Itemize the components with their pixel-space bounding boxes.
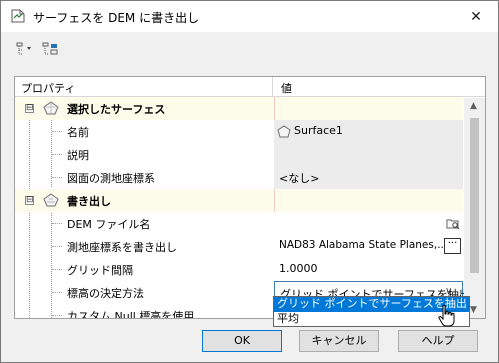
category-row-selected-surface[interactable]: ⊟ 選択したサーフェス xyxy=(15,97,463,120)
property-label-cell: DEM ファイル名 xyxy=(15,212,273,235)
export-category-icon xyxy=(43,193,59,207)
tree-branch xyxy=(52,177,62,178)
help-button[interactable]: ヘルプ xyxy=(398,330,478,352)
dialog-title: サーフェスを DEM に書き出し xyxy=(33,11,200,25)
property-label: 説明 xyxy=(67,149,89,162)
browse-folder-icon[interactable] xyxy=(446,217,460,230)
tree-branch xyxy=(52,131,62,132)
property-value: NAD83 Alabama State Planes,... xyxy=(279,239,448,251)
property-row-drawing-coordinate-system[interactable]: 図面の測地座標系 <なし> xyxy=(15,166,463,189)
property-label: カスタム Null 標高を使用 xyxy=(67,310,195,319)
property-row-name[interactable]: 名前 Surface1 xyxy=(15,120,463,143)
property-value: Surface1 xyxy=(294,124,343,137)
close-button[interactable]: ✕ xyxy=(464,7,488,27)
collapse-icon[interactable]: ⊟ xyxy=(25,104,34,113)
category-view-icon[interactable] xyxy=(15,41,35,57)
category-label: 書き出し xyxy=(67,195,111,208)
category-label: 選択したサーフェス xyxy=(67,103,166,116)
property-label: 名前 xyxy=(67,126,89,139)
tree-branch xyxy=(52,154,62,155)
property-label: 測地座標系を書き出し xyxy=(67,241,177,254)
scroll-down-icon[interactable]: ▼ xyxy=(470,305,477,315)
property-label-cell: 標高の決定方法 xyxy=(15,281,273,304)
property-value-cell[interactable]: <なし> xyxy=(274,166,463,189)
grid-header: プロパティ 値 xyxy=(15,77,485,97)
property-label-cell: 図面の測地座標系 xyxy=(15,166,273,189)
value-column-header[interactable]: 値 xyxy=(281,80,292,96)
property-label-cell: 測地座標系を書き出し xyxy=(15,235,273,258)
collapse-icon[interactable]: ⊟ xyxy=(25,196,34,205)
alphabetic-view-icon[interactable] xyxy=(41,41,61,57)
property-column-header[interactable]: プロパティ xyxy=(21,80,75,96)
tree-branch xyxy=(52,246,62,247)
property-value: <なし> xyxy=(279,172,320,185)
export-surface-dialog: サーフェスを DEM に書き出し ✕ プロパティ 値 ⊟ 選択したサーフェス 名… xyxy=(0,0,499,363)
property-label-cell: カスタム Null 標高を使用 xyxy=(15,304,273,319)
surface-icon xyxy=(277,125,291,138)
category-label-cell: ⊟ 選択したサーフェス xyxy=(15,97,273,120)
title-bar: サーフェスを DEM に書き出し ✕ xyxy=(1,1,498,32)
scroll-up-icon[interactable]: ▲ xyxy=(470,101,477,111)
tree-branch xyxy=(52,292,62,293)
vertical-scrollbar[interactable]: ▲ ▼ xyxy=(464,98,485,318)
cancel-button[interactable]: キャンセル xyxy=(299,330,379,352)
property-label: DEM ファイル名 xyxy=(67,218,151,231)
tree-branch xyxy=(52,223,62,224)
property-row-export-coordinate-system[interactable]: 測地座標系を書き出し NAD83 Alabama State Planes,..… xyxy=(15,235,463,258)
property-label: 図面の測地座標系 xyxy=(67,172,155,185)
surface-category-icon xyxy=(43,101,59,115)
category-value-cell xyxy=(274,97,463,120)
property-grid: プロパティ 値 ⊟ 選択したサーフェス 名前 Surface1 説明 図面の測地… xyxy=(14,76,486,319)
mouse-pointer-icon xyxy=(438,304,455,327)
property-row-description[interactable]: 説明 xyxy=(15,143,463,166)
category-value-cell xyxy=(274,189,463,212)
property-label-cell: 説明 xyxy=(15,143,273,166)
property-value-cell[interactable] xyxy=(274,212,463,235)
property-label-cell: 名前 xyxy=(15,120,273,143)
property-label: 標高の決定方法 xyxy=(67,287,144,300)
scroll-thumb[interactable] xyxy=(470,118,479,273)
category-label-cell: ⊟ 書き出し xyxy=(15,189,273,212)
tree-branch xyxy=(52,269,62,270)
ellipsis-button[interactable]: ··· xyxy=(444,238,461,254)
dialog-app-icon xyxy=(11,9,25,23)
property-label: グリッド間隔 xyxy=(67,264,133,277)
property-label-cell: グリッド間隔 xyxy=(15,258,273,281)
ok-button[interactable]: OK xyxy=(202,330,282,352)
tree-branch xyxy=(52,315,62,316)
property-value-cell[interactable]: 1.0000 xyxy=(274,258,463,281)
property-value-cell[interactable] xyxy=(274,143,463,166)
property-value-cell[interactable]: NAD83 Alabama State Planes,... ··· xyxy=(274,235,463,258)
property-row-dem-file-name[interactable]: DEM ファイル名 xyxy=(15,212,463,235)
category-row-export[interactable]: ⊟ 書き出し xyxy=(15,189,463,212)
property-value-cell[interactable]: Surface1 xyxy=(274,120,463,143)
property-row-grid-spacing[interactable]: グリッド間隔 1.0000 xyxy=(15,258,463,281)
property-value: 1.0000 xyxy=(279,262,318,275)
column-divider[interactable] xyxy=(272,77,273,97)
